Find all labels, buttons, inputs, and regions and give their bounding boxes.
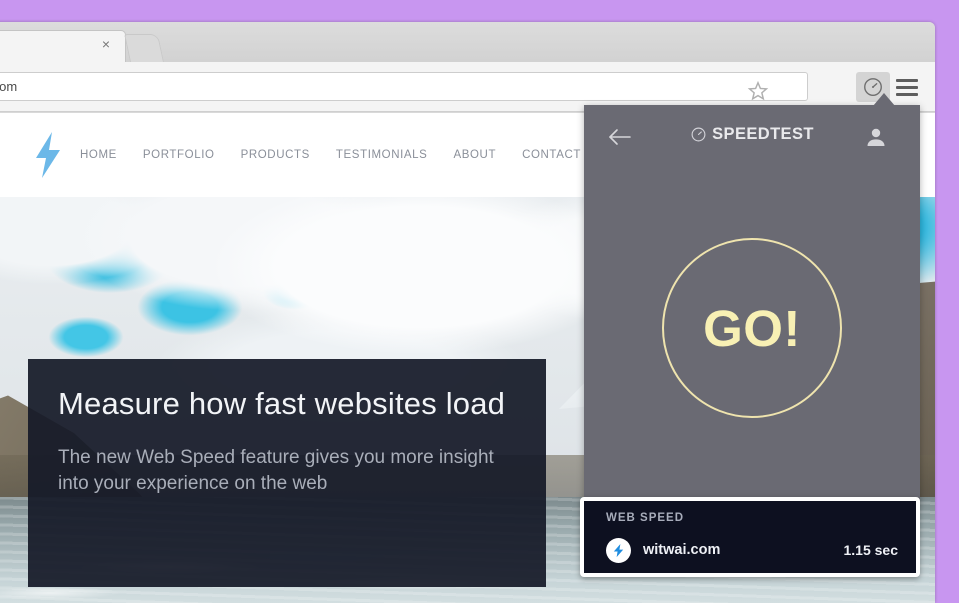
hamburger-menu-icon[interactable]	[896, 74, 922, 100]
site-nav-links: HOME PORTFOLIO PRODUCTS TESTIMONIALS ABO…	[80, 113, 581, 197]
star-icon[interactable]	[747, 80, 769, 102]
lightning-bolt-logo	[32, 132, 64, 178]
load-time-value: 1.15 sec	[843, 542, 899, 558]
lightning-bolt-icon	[36, 132, 60, 178]
lightning-bolt-favicon	[606, 537, 631, 563]
person-icon[interactable]	[863, 124, 889, 150]
tab-strip: ×	[0, 22, 935, 62]
hero-text-card: Measure how fast websites load The new W…	[28, 359, 546, 587]
web-speed-row: witwai.com 1.15 sec	[606, 535, 898, 565]
go-button-label: GO!	[703, 299, 801, 357]
site-domain: witwai.com	[643, 542, 721, 558]
speedometer-icon	[691, 127, 706, 142]
nav-item-home[interactable]: HOME	[80, 149, 117, 161]
popup-pointer-arrow	[873, 93, 895, 106]
nav-item-about[interactable]: ABOUT	[453, 149, 496, 161]
speedtest-popup-panel: SPEEDTEST GO!	[584, 105, 920, 501]
hero-heading: Measure how fast websites load	[58, 386, 506, 421]
go-button[interactable]: GO!	[662, 238, 842, 418]
url-text: .com	[0, 79, 18, 94]
web-speed-section-label: WEB SPEED	[606, 512, 685, 524]
popup-header: SPEEDTEST	[584, 105, 920, 169]
address-bar[interactable]: .com	[0, 72, 808, 101]
nav-item-products[interactable]: PRODUCTS	[241, 149, 310, 161]
new-tab-button[interactable]	[124, 34, 164, 62]
hero-subtext: The new Web Speed feature gives you more…	[58, 446, 494, 495]
nav-item-contact[interactable]: CONTACT	[522, 149, 581, 161]
person-glyph	[867, 128, 885, 146]
nav-item-portfolio[interactable]: PORTFOLIO	[143, 149, 215, 161]
nav-item-testimonials[interactable]: TESTIMONIALS	[336, 149, 428, 161]
popup-brand-text: SPEEDTEST	[712, 125, 814, 143]
close-icon[interactable]: ×	[98, 36, 114, 52]
web-speed-result-card[interactable]: WEB SPEED witwai.com 1.15 sec	[580, 497, 920, 577]
lightning-bolt-icon	[613, 543, 624, 557]
